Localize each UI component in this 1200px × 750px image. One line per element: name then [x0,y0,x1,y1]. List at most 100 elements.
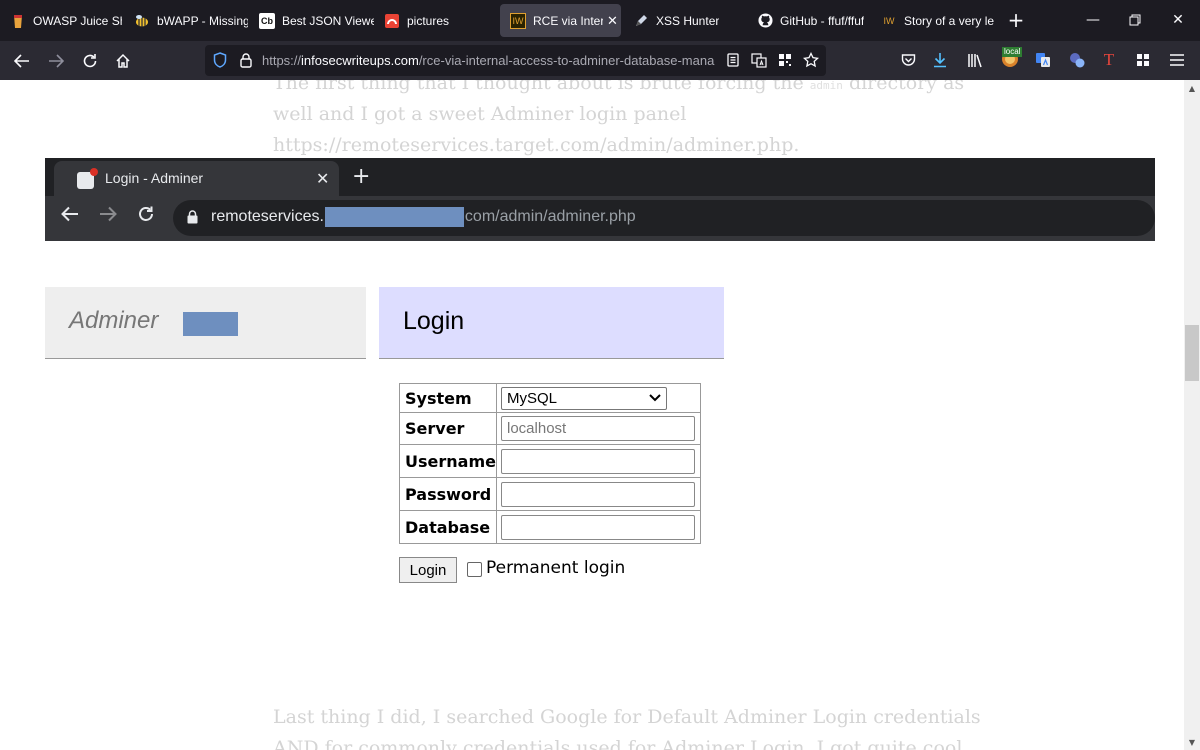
shield-icon[interactable] [209,49,231,71]
menu-icon[interactable] [1166,49,1188,71]
tab-label: bWAPP - Missing [157,13,248,28]
scrollbar-thumb[interactable] [1185,325,1199,381]
username-label: Username [399,444,497,478]
login-heading-panel: Login [379,287,724,359]
iw-icon: IW [510,12,526,29]
redacted-version [183,312,238,336]
url-text[interactable]: https://infosecwriteups.com/rce-via-inte… [262,51,717,71]
tab-bwapp[interactable]: bWAPP - Missing [124,4,248,37]
bee-icon [134,13,150,29]
juice-shop-icon [10,13,26,29]
server-input[interactable] [501,416,695,441]
scroll-up-arrow-icon[interactable]: ▲ [1184,80,1200,96]
article-paragraph-line: https://remoteservices.target.com/admin/… [273,134,800,156]
download-icon[interactable] [929,49,951,71]
database-input[interactable] [501,514,695,540]
table-row: Database [399,510,701,544]
server-cell [496,412,701,445]
inner-tab: Login - Adminer ✕ [54,161,339,196]
reload-icon[interactable] [77,48,103,74]
inner-new-tab-icon: + [352,164,371,189]
github-icon [757,13,773,29]
pocket-icon[interactable] [897,49,919,71]
chevron-down-icon [649,391,661,405]
reader-view-icon[interactable] [722,49,744,71]
inner-url-text: remoteservices. com/admin/adminer.php [211,207,636,227]
t-extension-icon[interactable]: T [1098,49,1120,71]
extensions-icon[interactable] [1132,49,1154,71]
translate-extension-icon[interactable] [1066,49,1088,71]
lock-icon[interactable] [235,49,257,71]
article-paragraph-line: AND for commonly credentials used for Ad… [273,737,963,750]
inner-tab-title: Login - Adminer [105,170,204,186]
tab-rce-via-internal[interactable]: IW RCE via Interna ✕ [500,4,621,37]
tab-github-ffuf[interactable]: GitHub - ffuf/ffuf [747,4,871,37]
article-paragraph-line: The first thing that I thought about is … [273,80,965,94]
page-scrollbar[interactable] [1184,80,1200,750]
redacted-block [324,207,464,227]
pen-icon [633,13,649,29]
qr-code-icon[interactable] [774,49,796,71]
username-cell [496,444,701,478]
translator-extension-icon[interactable] [1032,49,1054,71]
home-icon[interactable] [110,48,136,74]
username-input[interactable] [501,448,695,474]
scroll-down-arrow-icon[interactable]: ▼ [1184,734,1200,750]
table-row: Password [399,477,701,511]
system-select-value: MySQL [507,389,558,407]
password-cell [496,477,701,511]
inner-reload-icon [137,205,155,228]
embedded-browser-screenshot: Login - Adminer ✕ + remoteservices. com/a… [45,158,1155,241]
tab-xss-hunter[interactable]: XSS Hunter [623,4,747,37]
database-cell [496,510,701,544]
table-row: Server [399,412,701,445]
forward-icon[interactable] [43,48,69,74]
library-icon[interactable] [964,49,986,71]
server-label: Server [399,412,497,445]
tab-label: OWASP Juice Sho [33,13,122,28]
inner-back-icon [61,205,79,227]
translate-icon[interactable] [748,49,770,71]
tab-label: Story of a very le [904,13,995,28]
permanent-login-checkbox[interactable] [467,562,482,577]
page-title: Login [403,307,465,335]
restore-icon[interactable] [1122,8,1148,32]
back-icon[interactable] [9,48,35,74]
article-paragraph-line: Last thing I did, I searched Google for … [273,706,981,728]
login-button[interactable]: Login [399,557,457,583]
table-row: Username [399,444,701,478]
tab-owasp-juice-shop[interactable]: OWASP Juice Sho [0,4,122,37]
article-paragraph-line: well and I got a sweet Adminer login pan… [273,103,687,125]
table-row: System MySQL [399,383,701,413]
close-tab-icon[interactable]: ✕ [607,13,618,29]
inner-close-icon: ✕ [316,169,330,188]
bookmark-star-icon[interactable] [800,49,822,71]
permanent-login-label: Permanent login [486,558,626,578]
inner-lock-icon [187,210,198,224]
system-label: System [399,383,497,413]
new-tab-button[interactable]: + [1004,8,1028,32]
password-input[interactable] [501,481,695,507]
tab-bar: OWASP Juice Sho bWAPP - Missing Cb Best … [0,0,1200,41]
tab-best-json-viewer[interactable]: Cb Best JSON Viewe [249,4,374,37]
adminer-favicon-icon [77,168,98,189]
tab-label: pictures [407,13,450,28]
iw-icon: IW [883,15,895,26]
tab-label: Best JSON Viewe [282,13,374,28]
system-select[interactable]: MySQL [501,386,667,410]
cb-icon: Cb [259,12,275,29]
system-cell: MySQL [496,383,701,413]
inner-forward-icon [99,205,117,227]
tab-pictures[interactable]: pictures [374,4,498,37]
password-label: Password [399,477,497,511]
adminer-logo-panel: Adminer [45,287,366,359]
tab-story-of-a-very[interactable]: IW Story of a very le [871,4,997,37]
tab-label: RCE via Interna [533,13,603,28]
inner-address-bar: remoteservices. com/admin/adminer.php [173,200,1155,236]
close-window-icon[interactable]: ✕ [1165,8,1191,32]
pictures-icon [384,13,400,29]
tab-label: XSS Hunter [656,13,720,28]
minimize-icon[interactable]: — [1080,8,1106,32]
login-form-table: System MySQL Server Username Password [399,383,701,544]
database-label: Database [399,510,497,544]
